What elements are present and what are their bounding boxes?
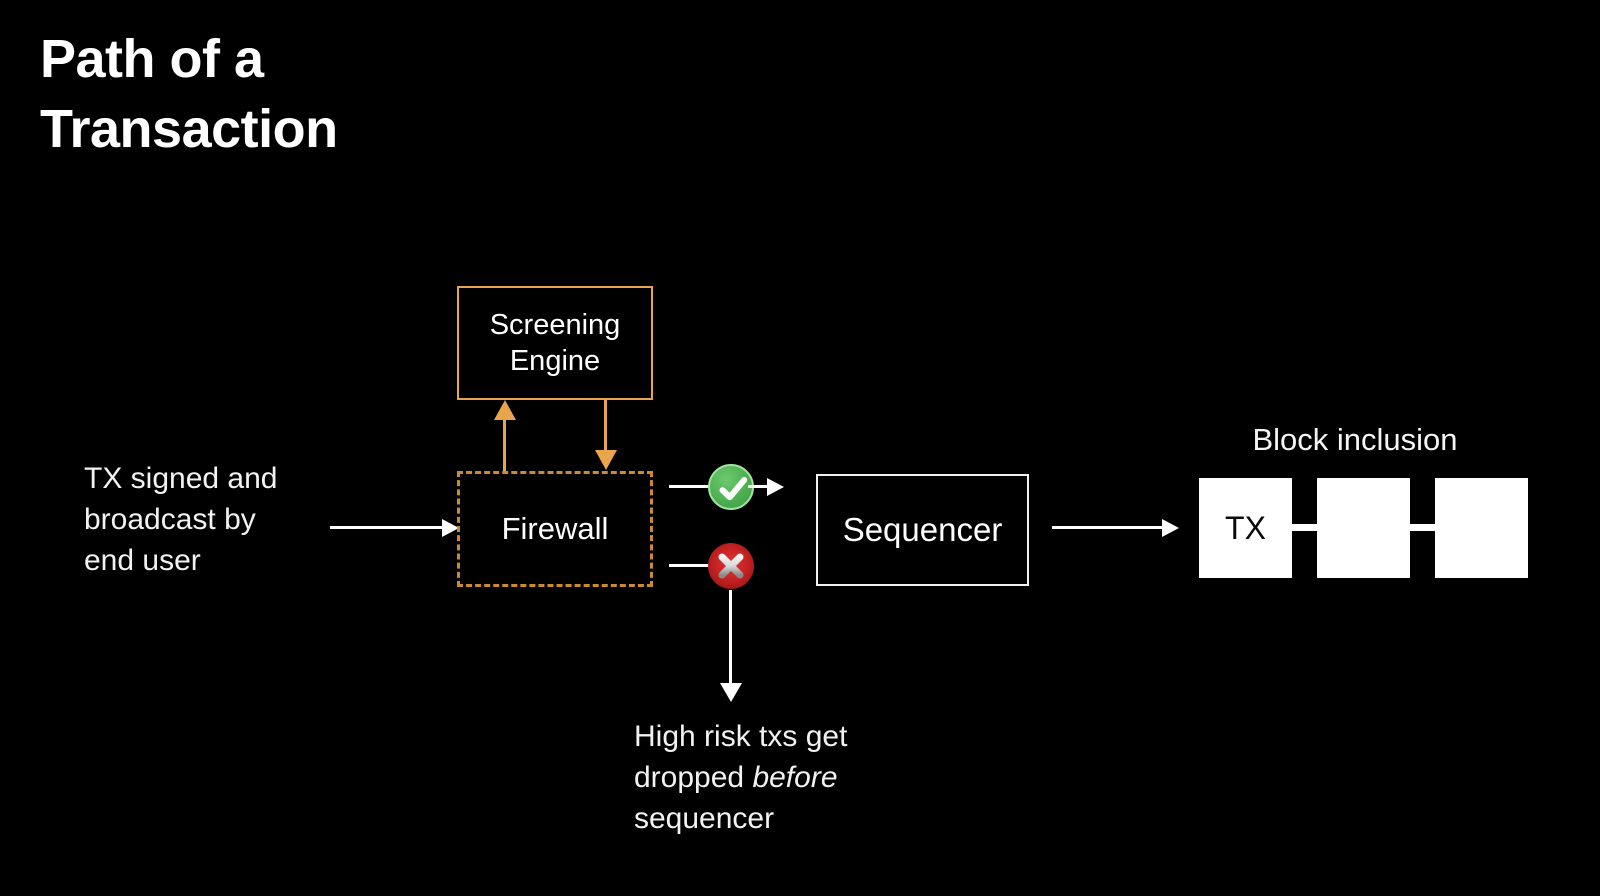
intake-arrow-line (330, 526, 448, 529)
firewall-node: Firewall (457, 471, 653, 587)
sequencer-to-chain-line (1052, 526, 1167, 529)
block-2 (1317, 478, 1410, 578)
arrow-right-icon (1162, 519, 1179, 537)
screening-engine-label: Screening Engine (489, 309, 621, 377)
firewall-to-screening-line (503, 418, 506, 473)
arrow-up-icon (494, 400, 516, 420)
intake-description: TX signed and broadcast by end user (84, 462, 278, 577)
drop-text-emphasis: before (752, 761, 838, 794)
arrow-down-icon (720, 683, 742, 702)
page-title: Path of a Transaction (40, 29, 338, 160)
tx-block-label: TX (1225, 510, 1266, 546)
block-inclusion-label: Block inclusion (1252, 422, 1458, 457)
screening-to-firewall-line (604, 400, 607, 452)
screening-engine-node: Screening Engine (457, 286, 653, 400)
sequencer-label: Sequencer (842, 511, 1003, 548)
drop-text-tail: sequencer (634, 802, 775, 835)
arrow-down-icon (595, 450, 617, 470)
blockchain-blocks: TX (1199, 478, 1529, 578)
diagram-canvas: Path of a Transaction Screening Engine T… (0, 0, 1600, 896)
drop-description: High risk txs get dropped before sequenc… (634, 716, 934, 839)
arrow-right-icon (767, 478, 784, 496)
drop-arrow-line (729, 590, 732, 687)
sequencer-node: Sequencer (816, 474, 1029, 586)
block-link-1 (1292, 524, 1317, 531)
x-circle-icon (708, 543, 754, 589)
block-3 (1435, 478, 1528, 578)
firewall-label: Firewall (501, 511, 609, 546)
block-link-2 (1410, 524, 1435, 531)
